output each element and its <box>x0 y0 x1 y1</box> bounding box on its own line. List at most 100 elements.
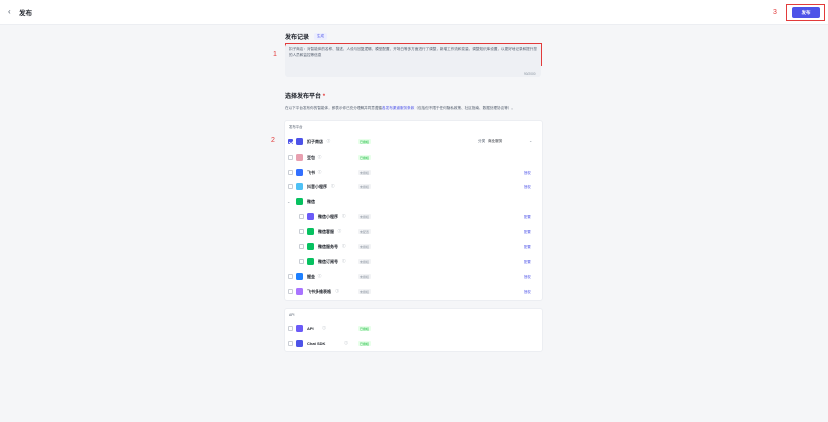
info-icon[interactable]: ⓘ <box>322 326 326 331</box>
platform-row[interactable]: 扣子商店 ⓘ 已授权 分类 商业服务 ⌄ <box>286 136 542 147</box>
platform-row[interactable]: 微信服务号 ⓘ 未授权 配置 <box>286 241 542 252</box>
platform-checkbox[interactable] <box>288 289 293 294</box>
platform-checkbox[interactable] <box>288 170 293 175</box>
status-badge: 未授权 <box>358 244 372 250</box>
platform-row[interactable]: 飞书 ⓘ 未授权 授权 <box>286 167 542 178</box>
platform-checkbox[interactable] <box>288 341 293 346</box>
platform-row[interactable]: 掘金 ⓘ 未授权 授权 <box>286 271 542 282</box>
platform-name: 豆包 <box>307 155 315 160</box>
platform-checkbox[interactable] <box>299 229 304 234</box>
platform-logo-icon <box>296 288 303 295</box>
platform-action-link[interactable]: 授权 <box>524 170 531 175</box>
platform-row[interactable]: 飞书多维表格 ⓘ 未授权 授权 <box>286 286 542 297</box>
status-badge: 未配置 <box>358 229 372 235</box>
info-icon[interactable]: ⓘ <box>342 214 346 219</box>
status-badge: 已授权 <box>358 155 372 161</box>
platform-logo-icon <box>307 243 314 250</box>
info-icon[interactable]: ⓘ <box>342 259 346 264</box>
info-icon[interactable]: ⓘ <box>338 229 342 234</box>
expand-icon[interactable]: ⌄ <box>287 199 290 204</box>
terms-link[interactable]: 各发布渠道服务条款 <box>382 106 414 110</box>
info-icon[interactable]: ⓘ <box>335 289 339 294</box>
info-icon[interactable]: ⓘ <box>342 244 346 249</box>
generate-button[interactable]: 生成 <box>314 33 327 40</box>
platform-name: 扣子商店 <box>307 139 323 144</box>
platform-checkbox[interactable] <box>288 139 293 144</box>
platform-logo-icon <box>296 340 303 347</box>
api-group-label: API <box>289 313 295 317</box>
platform-name: API <box>307 326 314 331</box>
info-icon[interactable]: ⓘ <box>327 139 331 144</box>
annotation-number-2: 2 <box>271 137 275 144</box>
store-group-label: 发布平台 <box>289 125 303 129</box>
platform-row[interactable]: ⌄ 微信 <box>286 196 542 207</box>
platform-action-link[interactable]: 配置 <box>524 259 531 264</box>
platform-logo-icon <box>307 258 314 265</box>
platform-checkbox[interactable] <box>299 259 304 264</box>
platform-row[interactable]: 微信订阅号 ⓘ 未授权 配置 <box>286 256 542 267</box>
record-title: 发布记录 <box>285 35 310 41</box>
platform-title-text: 选择发布平台 <box>285 94 322 100</box>
platform-logo-icon <box>296 198 303 205</box>
platform-checkbox[interactable] <box>288 274 293 279</box>
status-badge: 未授权 <box>358 259 372 265</box>
platform-logo-icon <box>296 138 303 145</box>
back-icon[interactable]: ‹ <box>8 7 11 16</box>
platform-name: 微信客服 <box>318 229 334 234</box>
status-badge: 未授权 <box>358 170 372 176</box>
status-badge: 未授权 <box>358 184 372 190</box>
platform-checkbox[interactable] <box>288 326 293 331</box>
status-badge: 未授权 <box>358 289 372 295</box>
chevron-down-icon: ⌄ <box>529 138 533 143</box>
top-bar: ‹ 发布 发布 <box>0 0 828 25</box>
category-value: 商业服务 <box>488 139 503 143</box>
platform-logo-icon <box>296 169 303 176</box>
status-badge: 已授权 <box>358 341 372 347</box>
platform-name: 微信服务号 <box>318 244 338 249</box>
platform-action-link[interactable]: 授权 <box>524 274 531 279</box>
info-icon[interactable]: ⓘ <box>344 341 348 346</box>
platform-name: 微信小程序 <box>318 214 338 219</box>
platform-logo-icon <box>307 228 314 235</box>
platform-row[interactable]: 微信小程序 ⓘ 未授权 配置 <box>286 211 542 222</box>
record-char-count: 90/2000 <box>524 72 536 76</box>
platform-row[interactable]: Chat SDK ⓘ 已授权 <box>286 338 542 349</box>
page-title: 发布 <box>19 10 32 17</box>
platform-action-link[interactable]: 配置 <box>524 244 531 249</box>
platform-row[interactable]: 抖音小程序 ⓘ 未授权 授权 <box>286 181 542 192</box>
platform-action-link[interactable]: 授权 <box>524 289 531 294</box>
info-icon[interactable]: ⓘ <box>318 170 322 175</box>
platform-checkbox[interactable] <box>288 155 293 160</box>
platform-checkbox[interactable] <box>299 244 304 249</box>
platform-action-link[interactable]: 配置 <box>524 214 531 219</box>
platform-name: Chat SDK <box>307 341 326 346</box>
platform-name: 微信订阅号 <box>318 259 338 264</box>
platform-row[interactable]: 微信客服 ⓘ 未配置 配置 <box>286 226 542 237</box>
platform-logo-icon <box>296 325 303 332</box>
status-badge: 未授权 <box>358 214 372 220</box>
category-label: 分类 <box>478 139 486 143</box>
platform-row[interactable]: API ⓘ 已授权 <box>286 323 542 334</box>
info-icon[interactable]: ⓘ <box>331 184 335 189</box>
status-badge: 已授权 <box>358 139 372 145</box>
platform-row[interactable]: 豆包 ⓘ 已授权 <box>286 152 542 163</box>
platform-description: 在以下平台发布你的智能体，即表示你已充分理解并同意遵循各发布渠道服务条款（包括但… <box>285 105 543 112</box>
platform-action-link[interactable]: 授权 <box>524 184 531 189</box>
info-icon[interactable]: ⓘ <box>318 274 322 279</box>
platform-logo-icon <box>307 213 314 220</box>
status-badge: 未授权 <box>358 274 372 280</box>
desc-text-end: （包括但不限于任何隐私政策、社区指南、数据处理协议等）。 <box>414 106 515 110</box>
platform-action-link[interactable]: 配置 <box>524 229 531 234</box>
platform-name: 飞书多维表格 <box>307 289 331 294</box>
platform-checkbox[interactable] <box>288 184 293 189</box>
info-icon[interactable]: ⓘ <box>318 155 322 160</box>
platform-checkbox[interactable] <box>299 214 304 219</box>
platform-name: 微信 <box>307 199 315 204</box>
record-text: 扣子商店：对智能体的名称、描述、人设与回复逻辑、模型配置、开场白等多方面进行了调… <box>289 47 537 57</box>
platform-logo-icon <box>296 273 303 280</box>
category-select[interactable]: 分类 商业服务 ⌄ <box>478 137 536 146</box>
platform-title: 选择发布平台 * <box>285 91 325 100</box>
status-badge: 已授权 <box>358 326 372 332</box>
desc-text-start: 在以下平台发布你的智能体，即表示你已充分理解并同意遵循 <box>285 106 383 110</box>
platform-logo-icon <box>296 183 303 190</box>
